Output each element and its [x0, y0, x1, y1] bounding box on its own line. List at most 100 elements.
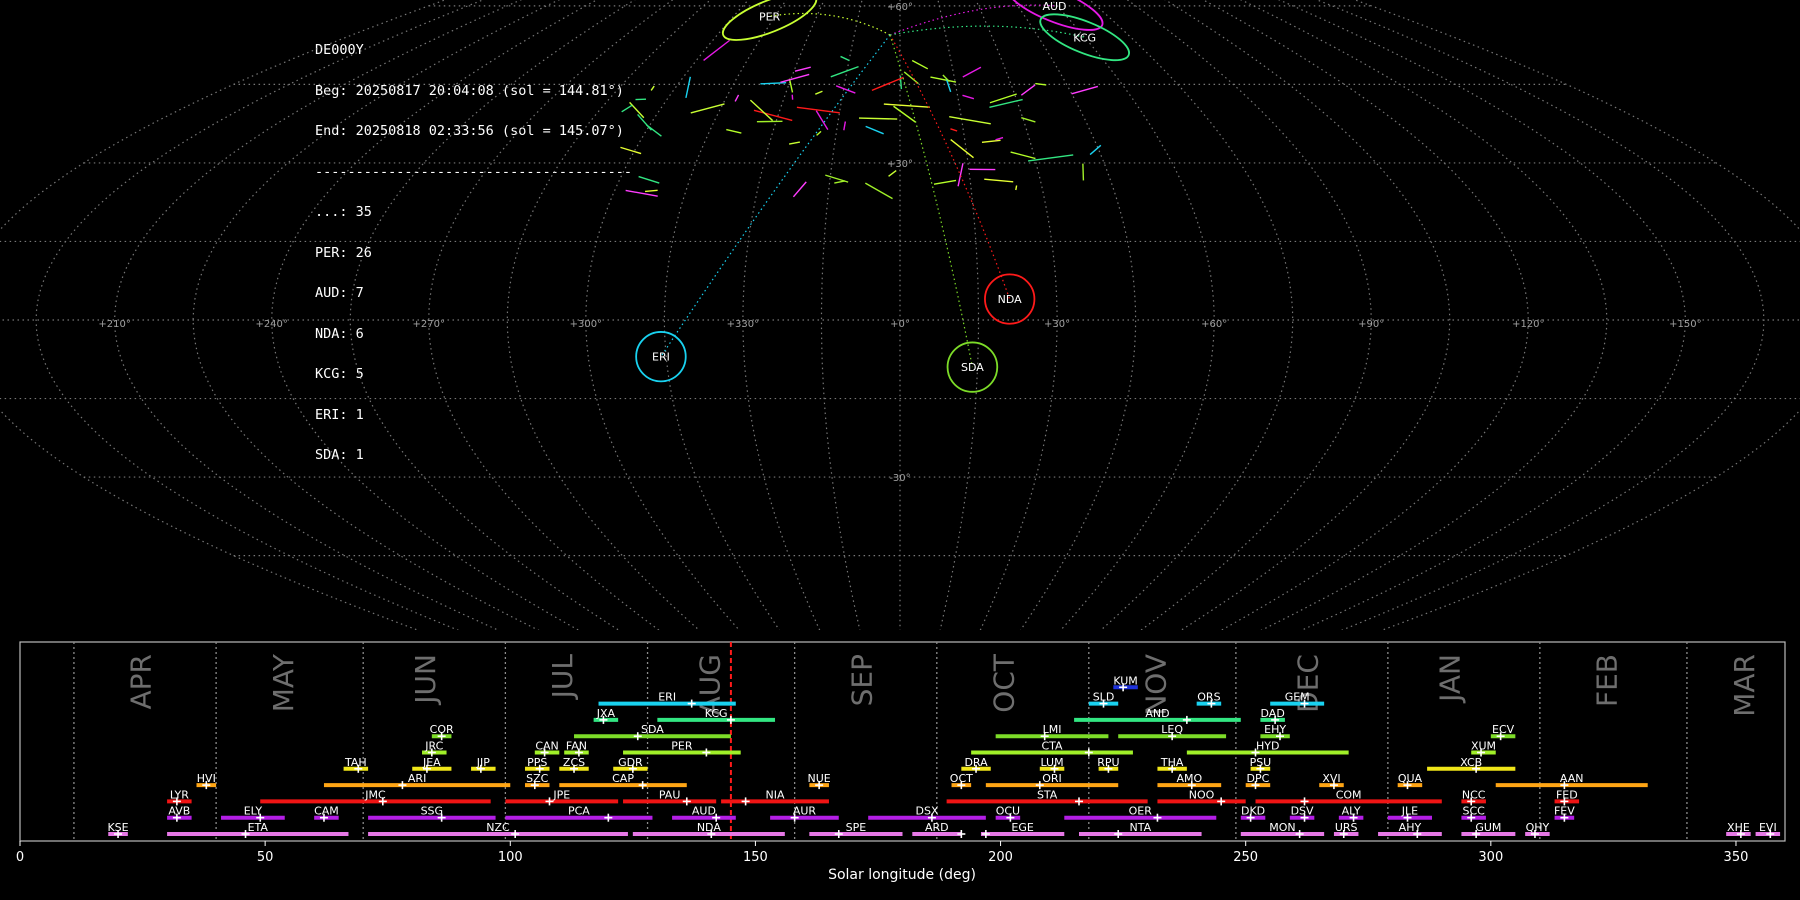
shower-label: ORS	[1197, 691, 1220, 704]
meteor-trail	[840, 55, 850, 62]
shower-label: GEM	[1285, 691, 1310, 704]
meridian-line	[35, 0, 485, 630]
shower-label: ALY	[1342, 805, 1361, 818]
meteor-trail	[1089, 144, 1102, 156]
shower-label: LUM	[1040, 756, 1063, 769]
longitude-label: +120°	[1512, 319, 1544, 330]
shower-label: CAP	[612, 772, 634, 785]
shower-label: JXA	[596, 707, 616, 720]
shower-label: HYD	[1256, 740, 1279, 753]
latitude-label: -30°	[889, 473, 910, 484]
shower-label: SPE	[846, 821, 867, 834]
meridian-line	[820, 0, 863, 630]
meteor-trail	[1020, 84, 1036, 96]
meteor-trail	[981, 139, 1001, 144]
x-tick-label: 0	[16, 850, 24, 865]
meridian-line	[1088, 0, 1294, 630]
latitude-label: +30°	[887, 159, 913, 170]
meteor-trail	[753, 109, 793, 122]
meteor-trail	[788, 78, 794, 93]
radiant-track	[769, 12, 891, 36]
shower-label: AVB	[168, 805, 190, 818]
shower-bar-group: JXA	[593, 707, 619, 724]
meteor-trail	[650, 85, 655, 91]
radiant-label: NDA	[998, 293, 1023, 306]
shower-bar-group: THA	[1157, 756, 1187, 773]
meteor-trail	[962, 94, 975, 100]
shower-label: DAD	[1261, 707, 1285, 720]
meridian-line	[349, 0, 636, 630]
shower-bar-group: KSE	[107, 821, 129, 838]
shower-label: SSG	[421, 805, 444, 818]
meteor-trail	[1071, 85, 1099, 95]
meteor-trail	[962, 66, 982, 78]
meteor-trail	[734, 94, 740, 102]
radiant-label: AUD	[1042, 0, 1066, 13]
x-tick-label: 300	[1478, 850, 1503, 865]
shower-label: AUR	[793, 805, 817, 818]
x-tick-label: 50	[257, 850, 274, 865]
radiant-track	[889, 4, 1055, 36]
shower-bar-group: XUM	[1471, 740, 1496, 757]
shower-bar-group: AVB	[167, 805, 192, 822]
latitude-label: +60°	[887, 2, 913, 13]
meteor-trail	[864, 182, 893, 200]
meteor-trail	[629, 101, 645, 119]
shower-label: JEA	[422, 756, 441, 769]
shower-bar-group: LUM	[1039, 756, 1065, 773]
shower-label: RPU	[1097, 756, 1119, 769]
shower-bar-group: JRC	[422, 740, 447, 757]
shower-label: NTA	[1129, 821, 1151, 834]
shower-label: AUD	[692, 805, 716, 818]
shower-label: NOO	[1189, 788, 1215, 801]
meridian-line	[937, 0, 980, 630]
meteor-trail	[843, 121, 847, 131]
meteor-trail	[815, 90, 823, 95]
shower-bar-group: TAH	[343, 756, 369, 773]
meteor-trail	[1082, 163, 1085, 181]
shower-label: AMO	[1176, 772, 1202, 785]
shower-bar-group: NUE	[808, 772, 831, 790]
shower-bar-group: XVI	[1319, 772, 1344, 790]
shower-label: THA	[1160, 756, 1184, 769]
meteor-trails	[620, 39, 1102, 200]
shower-bar-group: FEV	[1554, 805, 1575, 822]
meridian-line	[1050, 0, 1215, 630]
meteor-trail	[984, 178, 1014, 183]
shower-label: FAN	[566, 740, 587, 753]
shower-bar-group: DKD	[1240, 805, 1266, 822]
x-tick-label: 150	[743, 850, 768, 865]
meteor-trail	[620, 146, 642, 155]
month-label: APR	[125, 654, 158, 710]
longitude-label: +270°	[413, 319, 445, 330]
longitude-label: +0°	[890, 319, 910, 330]
meteor-trail	[957, 163, 964, 187]
meteor-trail	[888, 169, 897, 177]
shower-bar-group: OCT	[950, 772, 973, 790]
radiant-tracks	[660, 4, 1085, 368]
meridian-line	[506, 0, 712, 630]
month-label: MAR	[1728, 654, 1761, 717]
longitude-label: +210°	[98, 319, 130, 330]
radiant-track	[889, 25, 1085, 38]
meteor-trail	[933, 179, 957, 185]
shower-bar-group: ORS	[1196, 691, 1222, 708]
shower-label: CAM	[314, 805, 339, 818]
shower-label: ECV	[1492, 723, 1515, 736]
shower-label: FED	[1556, 788, 1578, 801]
shower-bar-group: DAD	[1260, 707, 1285, 724]
shower-label: NIA	[766, 788, 785, 801]
meteor-trail	[690, 103, 725, 114]
shower-label: OER	[1129, 805, 1153, 818]
shower-label: ELY	[244, 805, 263, 818]
meridian-line	[1353, 0, 1800, 630]
shower-label: PSU	[1250, 756, 1272, 769]
shower-label: ERI	[658, 691, 676, 704]
shower-label: AAN	[1560, 772, 1584, 785]
shower-bar-group: EHY	[1260, 723, 1290, 741]
x-axis-label: Solar longitude (deg)	[828, 867, 976, 883]
longitude-label: +90°	[1358, 319, 1384, 330]
shower-label: XHE	[1727, 821, 1750, 834]
shower-label: PER	[671, 740, 693, 753]
meridian-line	[0, 0, 447, 630]
